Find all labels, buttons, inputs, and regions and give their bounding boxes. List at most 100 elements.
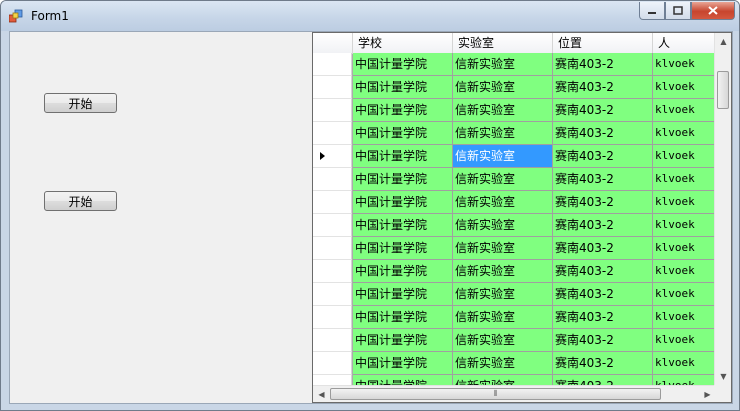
grid-cell[interactable]: 中国计量学院 bbox=[353, 122, 453, 145]
grid-cell[interactable]: klvoek bbox=[653, 329, 716, 352]
grid-cell[interactable]: 中国计量学院 bbox=[353, 237, 453, 260]
grid-cell[interactable]: klvoek bbox=[653, 168, 716, 191]
grid-cell[interactable]: klvoek bbox=[653, 145, 716, 168]
grid-cell[interactable]: klvoek bbox=[653, 122, 716, 145]
grid-cell[interactable]: 中国计量学院 bbox=[353, 329, 453, 352]
start-button-2[interactable]: 开始 bbox=[44, 191, 117, 211]
column-header-0[interactable]: 学校 bbox=[353, 33, 453, 53]
form-icon[interactable] bbox=[9, 9, 23, 23]
close-button[interactable] bbox=[691, 2, 735, 20]
grid-cell[interactable]: 赛南403-2 bbox=[553, 237, 653, 260]
grid-cell[interactable]: 信新实验室 bbox=[453, 99, 553, 122]
grid-cell[interactable]: 中国计量学院 bbox=[353, 99, 453, 122]
grid-cell[interactable]: 中国计量学院 bbox=[353, 191, 453, 214]
grid-cell[interactable]: 中国计量学院 bbox=[353, 283, 453, 306]
table-row[interactable]: 中国计量学院信新实验室赛南403-2klvoek bbox=[313, 375, 716, 385]
table-row[interactable]: 中国计量学院信新实验室赛南403-2klvoek bbox=[313, 53, 716, 76]
grid-cell[interactable]: 赛南403-2 bbox=[553, 76, 653, 99]
row-header[interactable] bbox=[313, 76, 352, 99]
grid-cell[interactable]: 赛南403-2 bbox=[553, 260, 653, 283]
grid-cell[interactable]: 赛南403-2 bbox=[553, 352, 653, 375]
grid-cell[interactable]: 信新实验室 bbox=[453, 306, 553, 329]
grid-cell[interactable]: klvoek bbox=[653, 352, 716, 375]
grid-cell[interactable]: 赛南403-2 bbox=[553, 306, 653, 329]
grid-cell[interactable]: klvoek bbox=[653, 76, 716, 99]
grid-cell[interactable]: 信新实验室 bbox=[453, 168, 553, 191]
grid-cell[interactable]: klvoek bbox=[653, 53, 716, 76]
grid-cell[interactable]: 中国计量学院 bbox=[353, 214, 453, 237]
grid-cell[interactable]: 赛南403-2 bbox=[553, 329, 653, 352]
grid-cell[interactable]: 赛南403-2 bbox=[553, 99, 653, 122]
table-row[interactable]: 中国计量学院信新实验室赛南403-2klvoek bbox=[313, 145, 716, 168]
grid-cell[interactable]: 信新实验室 bbox=[453, 283, 553, 306]
grid-cell[interactable]: 中国计量学院 bbox=[353, 375, 453, 385]
grid-cell[interactable]: 中国计量学院 bbox=[353, 168, 453, 191]
grid-cell[interactable]: 赛南403-2 bbox=[553, 191, 653, 214]
grid-cell[interactable]: 中国计量学院 bbox=[353, 76, 453, 99]
grid-cell[interactable]: 中国计量学院 bbox=[353, 306, 453, 329]
grid-cell[interactable]: 中国计量学院 bbox=[353, 260, 453, 283]
grid-cell[interactable]: klvoek bbox=[653, 214, 716, 237]
data-grid-view[interactable]: 学校 实验室 位置人 中国计量学院 信新实验室 赛南403-2 klvoek 中国计量学院信… bbox=[312, 32, 732, 403]
grid-cell[interactable]: klvoek bbox=[653, 375, 716, 385]
minimize-button[interactable] bbox=[639, 2, 665, 20]
table-row[interactable]: 中国计量学院信新实验室赛南403-2klvoek bbox=[313, 76, 716, 99]
grid-cell[interactable]: 信新实验室 bbox=[453, 53, 553, 76]
vertical-scrollbar[interactable]: ▲ ▼ bbox=[714, 33, 731, 385]
row-header[interactable] bbox=[313, 260, 352, 283]
horizontal-scrollbar[interactable]: ◀ ⦀ ▶ bbox=[313, 385, 716, 402]
grid-cell[interactable]: 信新实验室 bbox=[453, 237, 553, 260]
row-header[interactable] bbox=[313, 329, 352, 352]
grid-cell[interactable]: klvoek bbox=[653, 237, 716, 260]
scroll-left-icon[interactable]: ◀ bbox=[313, 386, 330, 402]
grid-cell[interactable]: 中国计量学院 bbox=[353, 352, 453, 375]
grid-cell[interactable]: 赛南403-2 bbox=[553, 168, 653, 191]
scroll-down-icon[interactable]: ▼ bbox=[715, 368, 731, 385]
grid-cell[interactable]: 赛南403-2 bbox=[553, 283, 653, 306]
column-header-2[interactable]: 位置 bbox=[553, 33, 653, 53]
row-header[interactable] bbox=[313, 145, 352, 168]
column-header-1[interactable]: 实验室 bbox=[453, 33, 553, 53]
column-header-3[interactable]: 人 bbox=[653, 33, 716, 53]
grid-cell[interactable]: 信新实验室 bbox=[453, 260, 553, 283]
table-row[interactable]: 中国计量学院信新实验室赛南403-2klvoek bbox=[313, 237, 716, 260]
grid-cell[interactable]: 赛南403-2 bbox=[553, 122, 653, 145]
grid-cell[interactable]: klvoek bbox=[653, 99, 716, 122]
grid-cell[interactable]: 信新实验室 bbox=[453, 76, 553, 99]
grid-cell[interactable]: 信新实验室 bbox=[453, 191, 553, 214]
grid-cell[interactable]: 信新实验室 bbox=[453, 214, 553, 237]
row-header[interactable] bbox=[313, 168, 352, 191]
row-header[interactable] bbox=[313, 191, 352, 214]
grid-cell[interactable]: 信新实验室 bbox=[453, 352, 553, 375]
row-header[interactable] bbox=[313, 53, 352, 76]
row-header[interactable] bbox=[313, 375, 352, 385]
grid-cell[interactable]: klvoek bbox=[653, 306, 716, 329]
grid-cell[interactable]: 信新实验室 bbox=[453, 145, 553, 168]
row-header-corner[interactable] bbox=[313, 33, 353, 53]
grid-cell[interactable]: 信新实验室 bbox=[453, 375, 553, 385]
table-row[interactable]: 中国计量学院信新实验室赛南403-2klvoek bbox=[313, 122, 716, 145]
row-header[interactable] bbox=[313, 214, 352, 237]
row-header[interactable] bbox=[313, 122, 352, 145]
row-header[interactable] bbox=[313, 352, 352, 375]
table-row[interactable]: 中国计量学院信新实验室赛南403-2klvoek bbox=[313, 214, 716, 237]
table-row[interactable]: 中国计量学院信新实验室赛南403-2klvoek bbox=[313, 283, 716, 306]
table-row[interactable]: 中国计量学院信新实验室赛南403-2klvoek bbox=[313, 306, 716, 329]
table-row[interactable]: 中国计量学院信新实验室赛南403-2klvoek bbox=[313, 329, 716, 352]
grid-cell[interactable]: 中国计量学院 bbox=[353, 145, 453, 168]
table-row[interactable]: 中国计量学院信新实验室赛南403-2klvoek bbox=[313, 168, 716, 191]
table-row[interactable]: 中国计量学院信新实验室赛南403-2klvoek bbox=[313, 352, 716, 375]
title-bar[interactable]: Form1 bbox=[1, 1, 739, 31]
grid-cell[interactable]: klvoek bbox=[653, 260, 716, 283]
vertical-scroll-thumb[interactable] bbox=[717, 71, 729, 109]
table-row[interactable]: 中国计量学院信新实验室赛南403-2klvoek bbox=[313, 260, 716, 283]
row-header[interactable] bbox=[313, 283, 352, 306]
table-row[interactable]: 中国计量学院信新实验室赛南403-2klvoek bbox=[313, 191, 716, 214]
grid-cell[interactable]: klvoek bbox=[653, 191, 716, 214]
row-header[interactable] bbox=[313, 306, 352, 329]
grid-cell[interactable]: klvoek bbox=[653, 283, 716, 306]
maximize-button[interactable] bbox=[665, 2, 691, 20]
horizontal-scroll-thumb[interactable]: ⦀ bbox=[330, 388, 661, 400]
grid-cell[interactable]: 赛南403-2 bbox=[553, 145, 653, 168]
grid-cell[interactable]: 赛南403-2 bbox=[553, 214, 653, 237]
